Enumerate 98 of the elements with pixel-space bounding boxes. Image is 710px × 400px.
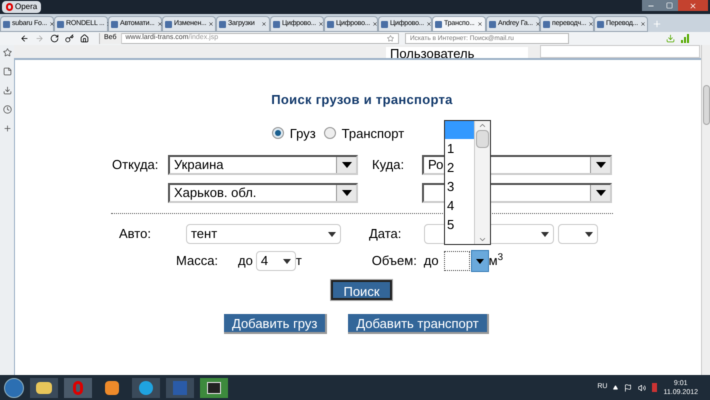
close-icon[interactable] (261, 21, 267, 27)
caret-icon (328, 232, 336, 236)
site-icon (597, 20, 604, 28)
download-icon[interactable] (666, 34, 675, 43)
site-icon (489, 20, 496, 28)
unit-text: т (296, 252, 302, 270)
dropdown-arrow-button[interactable] (590, 185, 610, 201)
scrollbar[interactable] (701, 45, 710, 375)
bookmark-star-icon[interactable] (387, 35, 394, 42)
dropdown-arrow-button[interactable] (590, 157, 610, 173)
dropdown-arrow-button[interactable] (470, 250, 489, 272)
close-icon[interactable] (534, 21, 541, 27)
radio-button[interactable] (272, 127, 284, 140)
close-icon[interactable] (372, 21, 378, 27)
radio-label: Транспорт (342, 124, 404, 143)
list-option[interactable]: 2 (445, 158, 474, 177)
prefix-text: до (424, 252, 439, 270)
chat-icon[interactable] (132, 378, 160, 398)
battery-icon[interactable] (652, 383, 658, 392)
site-icon (543, 20, 550, 28)
expand-tray-icon[interactable] (613, 385, 618, 390)
site-icon (111, 20, 118, 28)
dropdown-arrow-button[interactable] (336, 185, 356, 201)
close-icon[interactable] (588, 21, 594, 27)
close-icon (689, 2, 697, 10)
site-icon (273, 20, 280, 28)
mass-select[interactable]: 4 (256, 251, 296, 271)
note-icon[interactable] (2, 67, 12, 76)
caret-icon (596, 162, 606, 168)
star-icon[interactable] (2, 48, 12, 57)
add-button[interactable]: Добавить груз (224, 314, 328, 334)
form-title: Поиск грузов и транспорта (271, 91, 453, 109)
ring-logo-icon (6, 3, 13, 11)
radio-label: Груз (290, 124, 316, 143)
close-icon[interactable] (640, 21, 646, 27)
key-icon[interactable] (65, 34, 74, 43)
back-icon[interactable] (20, 34, 29, 43)
ring-logo-icon[interactable] (64, 378, 92, 398)
flag-icon[interactable] (624, 384, 632, 392)
maximize-icon (666, 2, 672, 9)
list-option[interactable]: 1 (445, 139, 474, 158)
opera-menu-button[interactable]: Opera (2, 1, 42, 13)
to-label: Куда: (372, 156, 406, 174)
caret-icon (282, 258, 291, 264)
vehicle-select[interactable]: тент (186, 224, 341, 244)
site-icon (57, 20, 64, 28)
speaker-icon[interactable] (638, 384, 646, 392)
list-option[interactable]: 4 (445, 196, 474, 215)
clock-icon[interactable] (2, 105, 12, 114)
caret-icon (585, 232, 593, 236)
dropdown-arrow-button[interactable] (336, 157, 356, 173)
site-icon (219, 20, 226, 28)
start-button[interactable] (4, 378, 24, 398)
site-icon (381, 20, 388, 28)
close-icon[interactable] (156, 21, 163, 27)
maximize-button[interactable] (660, 0, 678, 11)
caret-icon (342, 162, 352, 168)
reload-icon[interactable] (50, 34, 59, 43)
close-icon[interactable] (426, 21, 432, 27)
add-button[interactable]: Добавить транспорт (348, 314, 489, 334)
close-icon[interactable] (477, 21, 483, 27)
mass-label: Масса: (176, 252, 220, 270)
plus-icon[interactable] (2, 124, 12, 133)
site-icon (327, 20, 334, 28)
site-icon (165, 20, 172, 28)
user-select[interactable]: Пользователь (386, 47, 528, 58)
search-button[interactable]: Поиск (331, 280, 392, 300)
close-icon[interactable] (208, 21, 214, 27)
prefix-text: до (238, 252, 253, 270)
country-select[interactable]: Украина (168, 155, 358, 175)
region-select[interactable]: Харьков. обл. (168, 183, 358, 203)
date-label: Дата: (369, 225, 402, 244)
film-icon[interactable] (200, 378, 228, 398)
scroll-up-icon[interactable] (478, 121, 487, 130)
scroll-down-icon[interactable] (478, 235, 487, 244)
scroll-thumb[interactable] (476, 130, 489, 148)
caret-icon (476, 258, 484, 264)
signal-bars-icon (681, 34, 690, 43)
tray-icon[interactable] (2, 86, 12, 95)
site-icon (435, 20, 442, 28)
minimize-button[interactable] (642, 0, 660, 11)
vehicle-label: Авто: (119, 225, 152, 244)
caret-icon (541, 232, 549, 236)
radio-button[interactable] (324, 127, 336, 140)
caret-icon (596, 190, 606, 196)
close-icon[interactable] (48, 21, 55, 27)
list-option[interactable]: 5 (445, 215, 474, 234)
close-icon[interactable] (318, 21, 324, 27)
site-icon (3, 20, 10, 28)
list-option[interactable]: 3 (445, 177, 474, 196)
volume-input[interactable] (444, 251, 470, 271)
date-select[interactable] (558, 224, 598, 244)
unit-text: м$^{3}$ (488, 251, 503, 270)
from-label: Откуда: (112, 156, 160, 174)
volume-label: Объем: (372, 252, 418, 270)
home-icon[interactable] (80, 34, 89, 43)
caret-icon (342, 190, 352, 196)
folder-icon[interactable] (30, 378, 58, 398)
